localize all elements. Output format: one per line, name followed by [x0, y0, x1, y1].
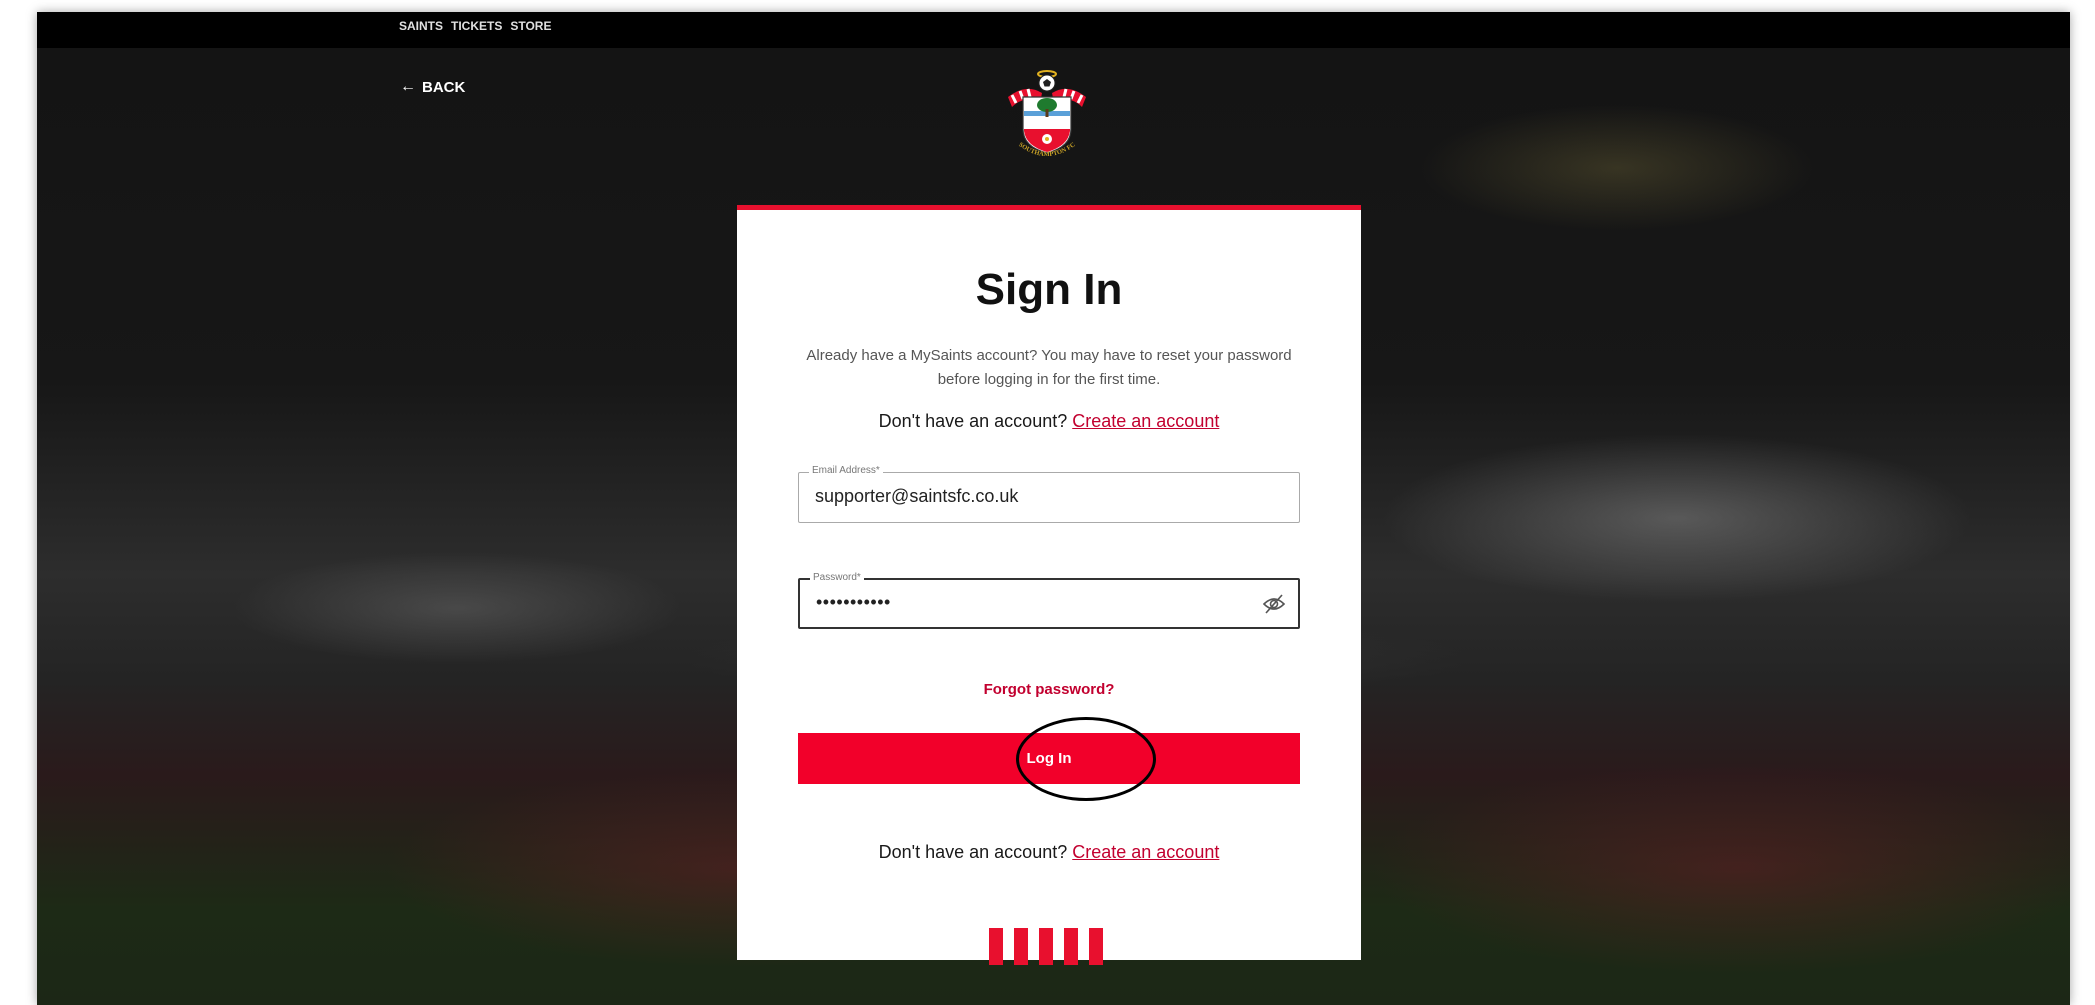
log-in-button[interactable]: Log In	[798, 733, 1300, 784]
sign-in-intro-text: Already have a MySaints account? You may…	[806, 347, 1292, 388]
southampton-fc-crest-icon[interactable]: SOUTHAMPTON FC	[1004, 67, 1090, 162]
red-stripes-decoration	[989, 928, 1109, 965]
back-link[interactable]: ← BACK	[400, 78, 465, 96]
back-label: BACK	[422, 78, 466, 96]
nav-link-store[interactable]: STORE	[510, 19, 551, 33]
top-nav-links: SAINTS TICKETS STORE	[399, 19, 551, 33]
email-field[interactable]: Email Address* supporter@saintsfc.co.uk	[798, 465, 1300, 523]
password-field-value[interactable]: •••••••••••	[816, 592, 891, 613]
nav-link-tickets[interactable]: TICKETS	[451, 19, 502, 33]
forgot-password-link[interactable]: Forgot password?	[737, 681, 1361, 698]
footer-create-account-prompt: Don't have an account? Create an account	[737, 842, 1361, 863]
top-navigation-bar: SAINTS TICKETS STORE	[37, 12, 2070, 48]
stripe	[1089, 928, 1103, 965]
sign-in-card: Sign In Already have a MySaints account?…	[737, 205, 1361, 965]
password-field-label: Password*	[810, 572, 864, 583]
password-field[interactable]: Password* •••••••••••	[798, 572, 1300, 629]
stripe	[989, 928, 1003, 965]
nav-link-saints[interactable]: SAINTS	[399, 19, 443, 33]
eye-slash-icon[interactable]	[1262, 593, 1286, 615]
create-account-prompt: Don't have an account? Create an account	[737, 411, 1361, 432]
stripe	[1039, 928, 1053, 965]
stripe	[1064, 928, 1078, 965]
page-title: Sign In	[975, 265, 1123, 314]
footer-no-account-text: Don't have an account?	[878, 842, 1068, 862]
footer-create-account-link[interactable]: Create an account	[1072, 842, 1219, 862]
email-field-value[interactable]: supporter@saintsfc.co.uk	[815, 486, 1018, 507]
browser-viewport: SAINTS TICKETS STORE ← BACK SOUTHAMPTON …	[37, 12, 2070, 1005]
stripe	[1014, 928, 1028, 965]
arrow-left-icon: ←	[400, 78, 416, 95]
no-account-text: Don't have an account?	[878, 411, 1068, 431]
create-account-link[interactable]: Create an account	[1072, 411, 1219, 431]
email-field-label: Email Address*	[809, 465, 883, 476]
